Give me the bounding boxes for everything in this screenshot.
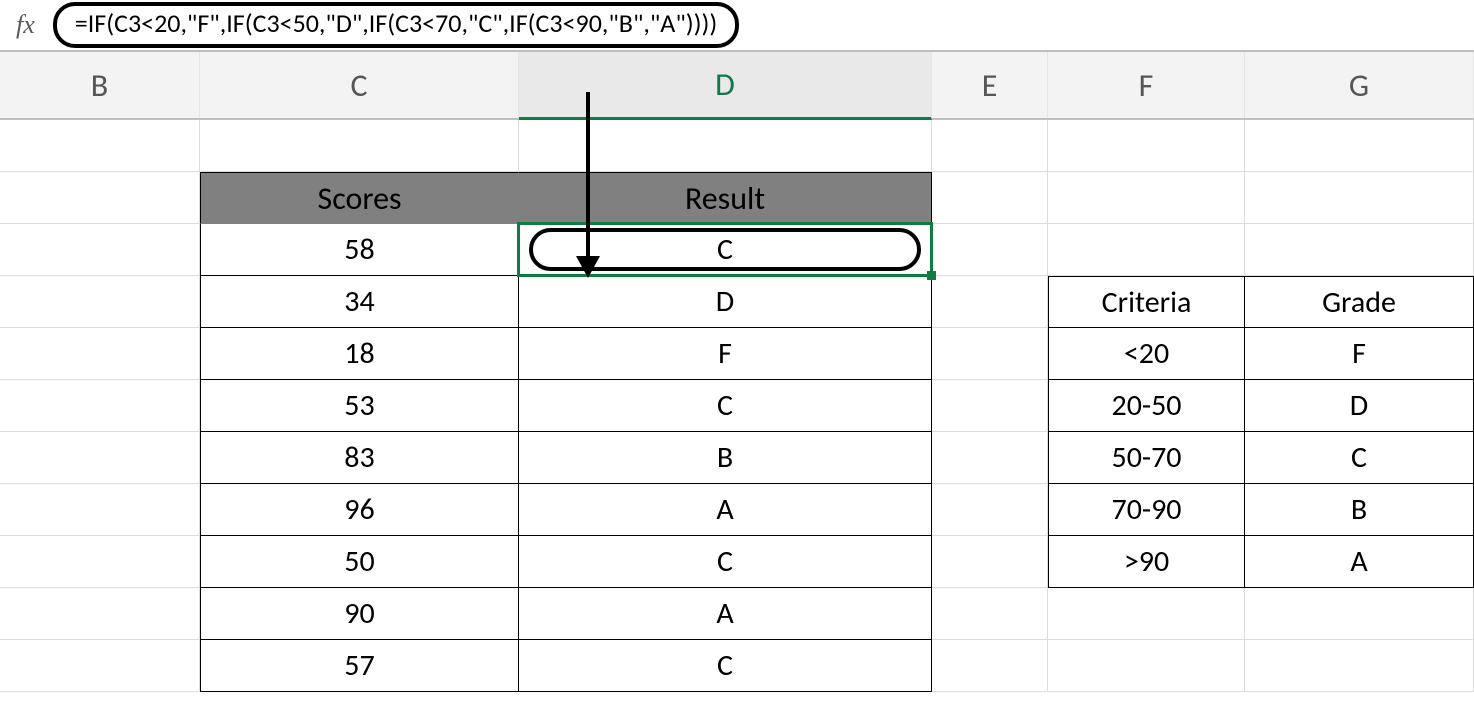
cell[interactable]	[932, 224, 1048, 276]
result-cell[interactable]: A	[519, 484, 932, 536]
cell[interactable]	[1245, 588, 1474, 640]
grade-cell[interactable]: A	[1245, 536, 1474, 588]
spreadsheet-grid[interactable]: Scores Result 58 C 34 D Criteria Grade 1…	[0, 120, 1474, 692]
result-cell[interactable]: A	[519, 588, 932, 640]
cell[interactable]	[0, 484, 200, 536]
cell[interactable]	[932, 432, 1048, 484]
grade-header[interactable]: Grade	[1245, 276, 1474, 328]
col-header-f[interactable]: F	[1048, 52, 1245, 118]
cell[interactable]	[932, 172, 1048, 224]
criteria-header[interactable]: Criteria	[1048, 276, 1245, 328]
fx-icon[interactable]: fx	[16, 10, 35, 40]
cell[interactable]	[1048, 588, 1245, 640]
result-cell[interactable]: B	[519, 432, 932, 484]
cell[interactable]	[1245, 120, 1474, 172]
cell[interactable]	[0, 640, 200, 692]
scores-header[interactable]: Scores	[200, 172, 519, 224]
cell[interactable]	[0, 276, 200, 328]
cell[interactable]	[932, 536, 1048, 588]
cell[interactable]	[0, 380, 200, 432]
cell[interactable]	[932, 484, 1048, 536]
cell[interactable]	[932, 276, 1048, 328]
score-cell[interactable]: 58	[200, 224, 519, 276]
result-cell[interactable]: F	[519, 328, 932, 380]
cell[interactable]	[0, 224, 200, 276]
cell[interactable]	[932, 380, 1048, 432]
criteria-cell[interactable]: 20-50	[1048, 380, 1245, 432]
cell[interactable]	[1048, 120, 1245, 172]
active-cell[interactable]: C	[519, 224, 932, 276]
score-cell[interactable]: 83	[200, 432, 519, 484]
cell[interactable]	[0, 432, 200, 484]
cell[interactable]	[200, 120, 519, 172]
score-cell[interactable]: 50	[200, 536, 519, 588]
cell[interactable]	[0, 120, 200, 172]
criteria-cell[interactable]: >90	[1048, 536, 1245, 588]
result-cell[interactable]: C	[519, 380, 932, 432]
score-cell[interactable]: 53	[200, 380, 519, 432]
column-headers-row: B C D E F G	[0, 52, 1474, 120]
score-cell[interactable]: 90	[200, 588, 519, 640]
score-cell[interactable]: 96	[200, 484, 519, 536]
cell[interactable]	[932, 588, 1048, 640]
grade-cell[interactable]: B	[1245, 484, 1474, 536]
result-cell[interactable]: C	[519, 536, 932, 588]
criteria-cell[interactable]: <20	[1048, 328, 1245, 380]
cell[interactable]	[932, 640, 1048, 692]
cell[interactable]	[1048, 640, 1245, 692]
col-header-g[interactable]: G	[1245, 52, 1474, 118]
col-header-b[interactable]: B	[0, 52, 200, 118]
grade-cell[interactable]: F	[1245, 328, 1474, 380]
result-value: C	[717, 231, 733, 268]
score-cell[interactable]: 18	[200, 328, 519, 380]
criteria-cell[interactable]: 50-70	[1048, 432, 1245, 484]
cell[interactable]	[932, 328, 1048, 380]
cell[interactable]	[0, 172, 200, 224]
cell[interactable]	[932, 120, 1048, 172]
formula-bar: fx =IF(C3<20,"F",IF(C3<50,"D",IF(C3<70,"…	[0, 0, 1474, 52]
score-cell[interactable]: 34	[200, 276, 519, 328]
result-cell[interactable]: C	[519, 640, 932, 692]
cell[interactable]	[519, 120, 932, 172]
col-header-e[interactable]: E	[932, 52, 1048, 118]
cell[interactable]	[1245, 224, 1474, 276]
cell[interactable]	[1245, 172, 1474, 224]
col-header-d[interactable]: D	[519, 52, 932, 120]
cell[interactable]	[0, 588, 200, 640]
score-cell[interactable]: 57	[200, 640, 519, 692]
cell[interactable]	[1048, 172, 1245, 224]
col-header-c[interactable]: C	[200, 52, 519, 118]
cell[interactable]	[1048, 224, 1245, 276]
formula-input[interactable]: =IF(C3<20,"F",IF(C3<50,"D",IF(C3<70,"C",…	[53, 2, 740, 47]
grade-cell[interactable]: C	[1245, 432, 1474, 484]
cell[interactable]	[1245, 640, 1474, 692]
cell[interactable]	[0, 328, 200, 380]
criteria-cell[interactable]: 70-90	[1048, 484, 1245, 536]
grade-cell[interactable]: D	[1245, 380, 1474, 432]
result-cell[interactable]: D	[519, 276, 932, 328]
result-header[interactable]: Result	[519, 172, 932, 224]
fill-handle[interactable]	[927, 271, 936, 280]
cell[interactable]	[0, 536, 200, 588]
